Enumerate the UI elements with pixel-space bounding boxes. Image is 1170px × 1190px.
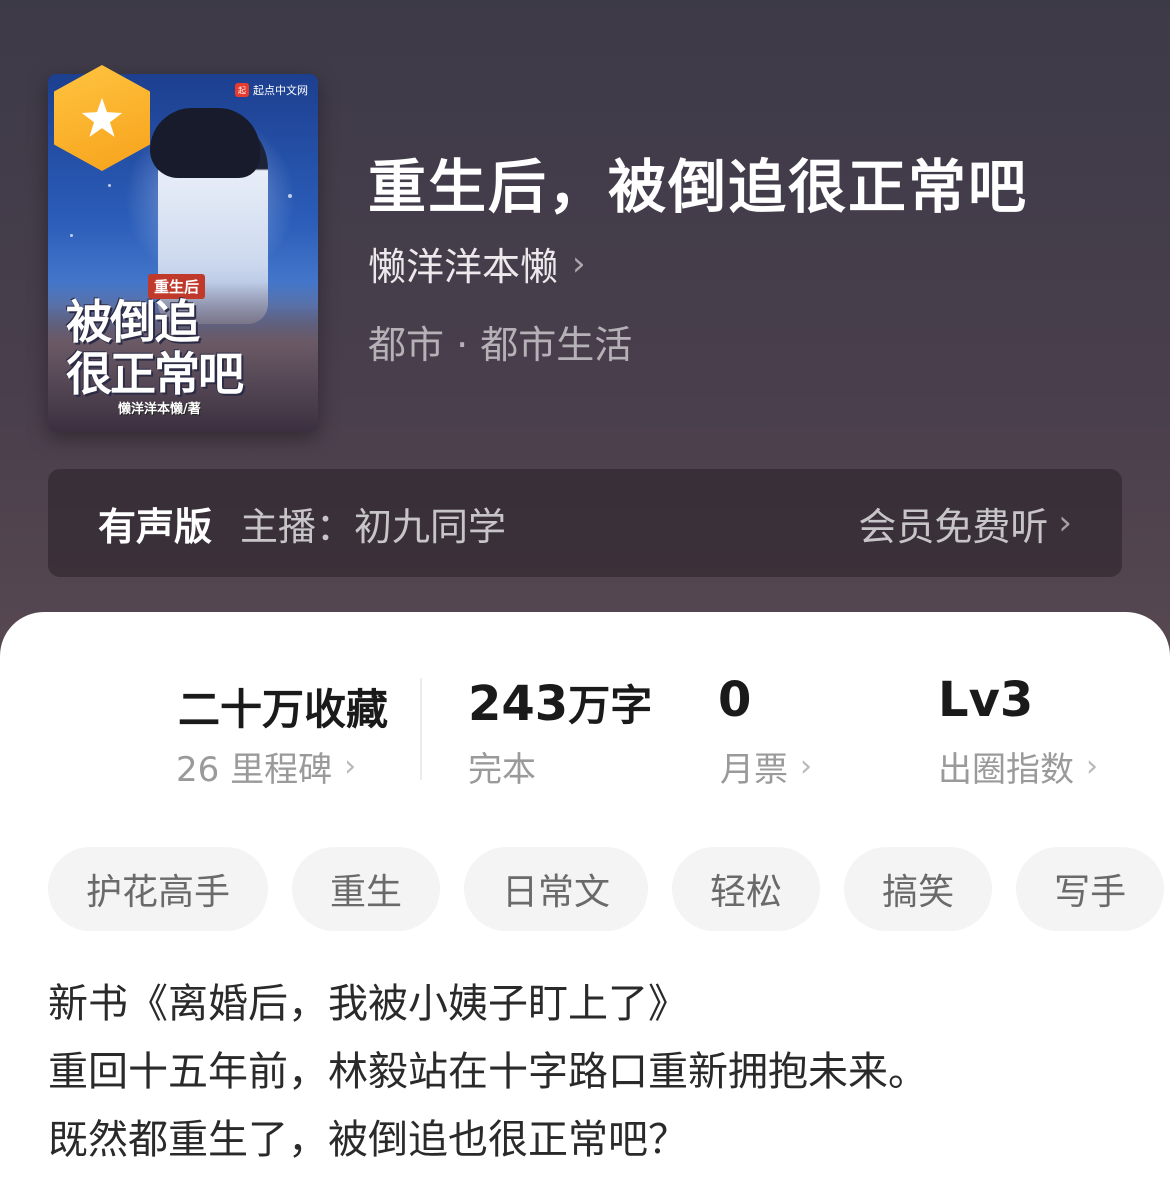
popularity-index-label: 出圈指数 xyxy=(938,750,1074,790)
popularity-level-value: Lv3 xyxy=(938,672,1034,728)
word-count-unit: 万字 xyxy=(568,681,653,730)
author-name: 懒洋洋本懒 xyxy=(368,245,559,289)
word-count: 243万字 xyxy=(468,672,652,733)
cover-publisher: 起 起点中文网 xyxy=(235,82,308,98)
popularity-level[interactable]: Lv3 xyxy=(938,672,1033,728)
completion-status: 完本 xyxy=(468,750,536,790)
book-title: 重生后，被倒追很正常吧 xyxy=(368,153,1029,221)
book-header: 起 起点中文网 重生后 被倒追 很正常吧 懒洋洋本懒/著 重生后，被倒追很正常吧… xyxy=(0,0,1170,640)
tag-chip[interactable]: 轻松 xyxy=(672,847,821,931)
monthly-ticket-count[interactable]: 0 xyxy=(718,672,751,728)
cover-sparkle xyxy=(70,234,73,237)
word-count-number: 243 xyxy=(468,676,569,732)
member-free-listen-label: 会员免费听 xyxy=(858,504,1049,549)
publisher-name: 起点中文网 xyxy=(253,84,308,97)
audiobook-label: 有声版 xyxy=(98,504,213,549)
tag-chip[interactable]: 写手 xyxy=(1016,847,1165,931)
cover-sparkle xyxy=(288,194,292,198)
publisher-logo-icon: 起 xyxy=(235,83,249,97)
chevron-right-icon: › xyxy=(572,243,586,284)
milestone-count: 26 里程碑 xyxy=(176,750,333,790)
monthly-ticket-number: 0 xyxy=(718,672,752,728)
description-line: 新书《离婚后，我被小姨子盯上了》 xyxy=(48,981,688,1027)
cover-author: 懒洋洋本懒/著 xyxy=(118,402,201,417)
chevron-right-icon: › xyxy=(1086,749,1098,784)
audiobook-host: 主播：初九同学 xyxy=(240,504,507,549)
monthly-ticket-label: 月票 xyxy=(720,750,788,790)
cover-title-line2: 很正常吧 xyxy=(66,347,244,401)
chevron-right-icon: › xyxy=(800,749,812,784)
tag-chip[interactable]: 护花高手 xyxy=(48,847,269,931)
book-description[interactable]: 新书《离婚后，我被小姨子盯上了》 重回十五年前，林毅站在十字路口重新拥抱未来。 … xyxy=(48,970,1128,1174)
monthly-ticket-link[interactable]: 月票 › xyxy=(720,742,812,791)
star-icon xyxy=(81,97,123,137)
member-free-listen-button[interactable]: 会员免费听 › xyxy=(858,496,1072,551)
tag-list: 护花高手 重生 日常文 轻松 搞笑 写手 xyxy=(48,847,1165,931)
cover-sparkle xyxy=(108,184,111,187)
cover-figure-hair xyxy=(150,108,260,178)
tag-chip[interactable]: 日常文 xyxy=(464,847,649,931)
description-line: 重回十五年前，林毅站在十字路口重新拥抱未来。 xyxy=(48,1049,928,1095)
collection-count[interactable]: 二十万收藏 xyxy=(178,676,388,737)
tag-chip[interactable]: 搞笑 xyxy=(844,847,993,931)
cover-title-line1: 被倒追 xyxy=(66,295,200,349)
stats-divider xyxy=(420,678,422,780)
chevron-right-icon: › xyxy=(1058,503,1072,543)
popularity-index-link[interactable]: 出圈指数 › xyxy=(938,742,1098,791)
milestone-link[interactable]: 26 里程碑 › xyxy=(176,742,356,791)
chevron-right-icon: › xyxy=(344,749,357,784)
description-line: 既然都重生了，被倒追也很正常吧？ xyxy=(48,1117,688,1163)
book-genre[interactable]: 都市 · 都市生活 xyxy=(368,314,632,369)
tag-chip[interactable]: 重生 xyxy=(292,847,441,931)
audiobook-bar[interactable]: 有声版 主播：初九同学 会员免费听 › xyxy=(48,469,1122,577)
author-link[interactable]: 懒洋洋本懒 › xyxy=(368,236,586,291)
cover-title: 被倒追 很正常吧 xyxy=(66,296,306,400)
